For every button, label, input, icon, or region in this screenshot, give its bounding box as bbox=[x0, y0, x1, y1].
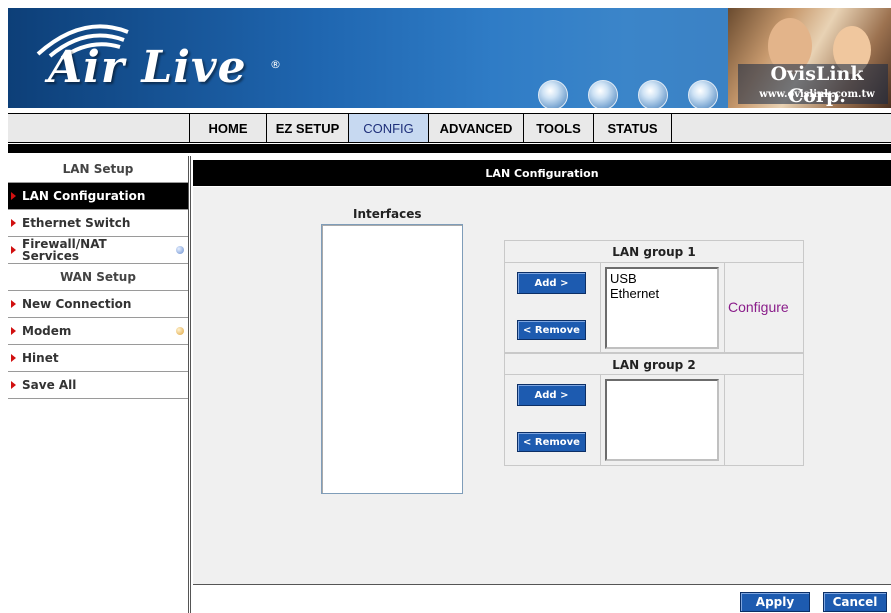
lan-group-2-buttons: Add > < Remove bbox=[505, 375, 601, 465]
top-nav: HOME EZ SETUP CONFIG ADVANCED TOOLS STAT… bbox=[8, 113, 891, 143]
nav-spacer bbox=[8, 114, 190, 142]
sidebar-item-ethernet-switch[interactable]: Ethernet Switch bbox=[8, 210, 188, 237]
sidebar-item-label: Modem bbox=[22, 324, 72, 338]
lan-group-1-list-cell: USB Ethernet bbox=[601, 263, 725, 352]
sidebar-item-firewall-nat[interactable]: Firewall/NAT Services bbox=[8, 237, 188, 264]
status-dot-icon bbox=[176, 246, 184, 254]
sidebar-item-label: Hinet bbox=[22, 351, 59, 365]
sidebar-section-lan: LAN Setup bbox=[8, 156, 188, 183]
sidebar-item-hinet[interactable]: Hinet bbox=[8, 345, 188, 372]
cancel-button[interactable]: Cancel bbox=[823, 592, 887, 612]
registered-mark: ® bbox=[270, 58, 281, 71]
apply-button[interactable]: Apply bbox=[740, 592, 810, 612]
header-banner: Air Live ® OvisLink Corp. www.ovislink.c… bbox=[8, 8, 891, 108]
sidebar-item-label: Ethernet Switch bbox=[22, 216, 131, 230]
remove-from-group-1-button[interactable]: < Remove bbox=[517, 320, 586, 340]
list-item[interactable]: USB bbox=[610, 271, 714, 286]
add-to-group-2-button[interactable]: Add > bbox=[517, 384, 586, 406]
lan-group-2-listbox[interactable] bbox=[605, 379, 719, 461]
lan-group-1-buttons: Add > < Remove bbox=[505, 263, 601, 352]
nav-tabs: HOME EZ SETUP CONFIG ADVANCED TOOLS STAT… bbox=[190, 114, 672, 142]
lan-group-1-listbox[interactable]: USB Ethernet bbox=[605, 267, 719, 349]
sidebar-section-wan: WAN Setup bbox=[8, 264, 188, 291]
status-dot-icon bbox=[176, 327, 184, 335]
sidebar-item-label: Firewall/NAT Services bbox=[22, 238, 107, 262]
tab-ez-setup[interactable]: EZ SETUP bbox=[267, 114, 349, 142]
sidebar-item-new-connection[interactable]: New Connection bbox=[8, 291, 188, 318]
lan-group-1-configure-cell: Configure bbox=[725, 263, 805, 352]
nav-divider bbox=[8, 144, 891, 153]
sidebar-item-label: LAN Configuration bbox=[22, 189, 146, 203]
lan-group-2-configure-cell bbox=[725, 375, 805, 465]
globe-icon bbox=[538, 80, 568, 108]
sidebar-item-modem[interactable]: Modem bbox=[8, 318, 188, 345]
arrow-right-icon bbox=[11, 381, 16, 389]
globe-icon bbox=[688, 80, 718, 108]
arrow-right-icon bbox=[11, 219, 16, 227]
arrow-right-icon bbox=[11, 327, 16, 335]
list-item[interactable]: Ethernet bbox=[610, 286, 714, 301]
globe-icon bbox=[588, 80, 618, 108]
arrow-right-icon bbox=[11, 300, 16, 308]
interfaces-label: Interfaces bbox=[353, 207, 422, 221]
sidebar-item-label: Save All bbox=[22, 378, 77, 392]
sidebar-item-label: New Connection bbox=[22, 297, 132, 311]
interfaces-listbox[interactable] bbox=[321, 224, 463, 494]
page-title: LAN Configuration bbox=[193, 160, 891, 186]
add-to-group-1-button[interactable]: Add > bbox=[517, 272, 586, 294]
sidebar-item-lan-configuration[interactable]: LAN Configuration bbox=[8, 183, 188, 210]
sidebar-item-label-line2: Services bbox=[22, 249, 80, 263]
lan-group-1-title: LAN group 1 bbox=[505, 241, 803, 263]
globe-icon bbox=[638, 80, 668, 108]
sidebar: LAN Setup LAN Configuration Ethernet Swi… bbox=[8, 156, 191, 613]
tab-tools[interactable]: TOOLS bbox=[524, 114, 594, 142]
arrow-right-icon bbox=[11, 354, 16, 362]
lan-group-2-list-cell bbox=[601, 375, 725, 465]
arrow-right-icon bbox=[11, 246, 16, 254]
remove-from-group-2-button[interactable]: < Remove bbox=[517, 432, 586, 452]
lan-groups-table: LAN group 1 Add > < Remove USB Ethernet … bbox=[504, 240, 804, 466]
tab-home[interactable]: HOME bbox=[190, 114, 267, 142]
lan-group-1-row: Add > < Remove USB Ethernet Configure bbox=[505, 263, 803, 353]
configure-link[interactable]: Configure bbox=[728, 299, 789, 315]
sidebar-item-save-all[interactable]: Save All bbox=[8, 372, 188, 399]
brand-name: OvisLink Corp. bbox=[770, 63, 864, 107]
airlive-logo: Air Live bbox=[48, 42, 247, 93]
brand-url: www.ovislink.com.tw bbox=[759, 89, 875, 100]
lan-group-2-row: Add > < Remove bbox=[505, 375, 803, 465]
tab-status[interactable]: STATUS bbox=[594, 114, 672, 142]
lan-group-2-title: LAN group 2 bbox=[505, 353, 803, 375]
arrow-right-icon bbox=[11, 192, 16, 200]
tab-advanced[interactable]: ADVANCED bbox=[429, 114, 524, 142]
tab-config[interactable]: CONFIG bbox=[349, 114, 429, 142]
